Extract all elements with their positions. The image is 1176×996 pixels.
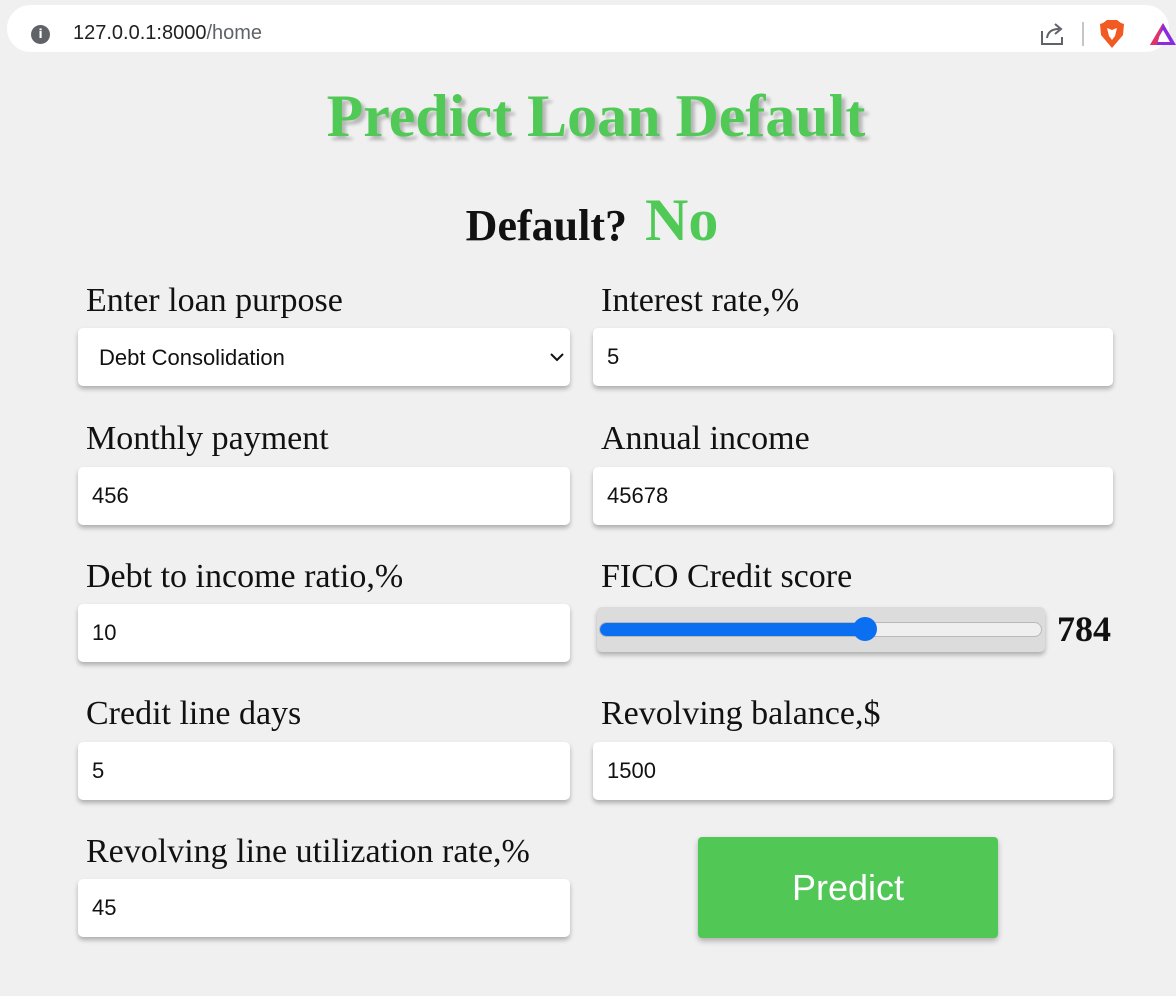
- rewards-icon[interactable]: [1148, 21, 1176, 47]
- prediction-result: Default? No: [0, 186, 1176, 272]
- slider-thumb[interactable]: [852, 617, 877, 641]
- interest-rate-label: Interest rate,%: [601, 282, 800, 319]
- fico-score-value: 784: [1057, 609, 1111, 649]
- annual-income-input[interactable]: [593, 467, 1113, 525]
- slider-fill: [600, 623, 865, 636]
- address-bar[interactable]: i 127.0.0.1:8000/home: [7, 5, 1176, 52]
- brave-icon[interactable]: [1098, 19, 1126, 49]
- monthly-payment-input[interactable]: [78, 467, 570, 525]
- info-icon[interactable]: i: [31, 25, 50, 44]
- browser-toolbar: i 127.0.0.1:8000/home: [0, 0, 1176, 59]
- fico-score-slider[interactable]: [597, 607, 1045, 652]
- loan-purpose-select-wrapper: Debt Consolidation: [78, 328, 570, 386]
- page-title: Predict Loan Default: [326, 83, 866, 149]
- loan-purpose-select[interactable]: Debt Consolidation: [78, 328, 570, 386]
- url-path: /home: [206, 22, 263, 44]
- credit-line-days-input[interactable]: [78, 742, 570, 800]
- revolving-utilization-label: Revolving line utilization rate,%: [86, 833, 530, 870]
- slider-track[interactable]: [599, 622, 1042, 637]
- result-value: No: [644, 187, 719, 253]
- predict-button[interactable]: Predict: [698, 837, 998, 938]
- interest-rate-input[interactable]: [593, 328, 1113, 386]
- url-text[interactable]: 127.0.0.1:8000/home: [73, 22, 262, 45]
- url-host: 127.0.0.1:8000: [73, 22, 207, 44]
- debt-to-income-label: Debt to income ratio,%: [86, 558, 404, 595]
- annual-income-label: Annual income: [601, 420, 810, 457]
- revolving-balance-input[interactable]: [593, 742, 1113, 800]
- fico-score-label: FICO Credit score: [601, 558, 853, 595]
- debt-to-income-input[interactable]: [78, 604, 570, 662]
- credit-line-days-label: Credit line days: [86, 695, 302, 732]
- result-label: Default?: [465, 201, 627, 250]
- loan-purpose-label: Enter loan purpose: [86, 282, 343, 319]
- share-icon[interactable]: [1038, 21, 1066, 47]
- toolbar-divider: [1082, 22, 1084, 46]
- monthly-payment-label: Monthly payment: [86, 420, 329, 457]
- revolving-balance-label: Revolving balance,$: [601, 695, 881, 732]
- revolving-utilization-input[interactable]: [78, 879, 570, 937]
